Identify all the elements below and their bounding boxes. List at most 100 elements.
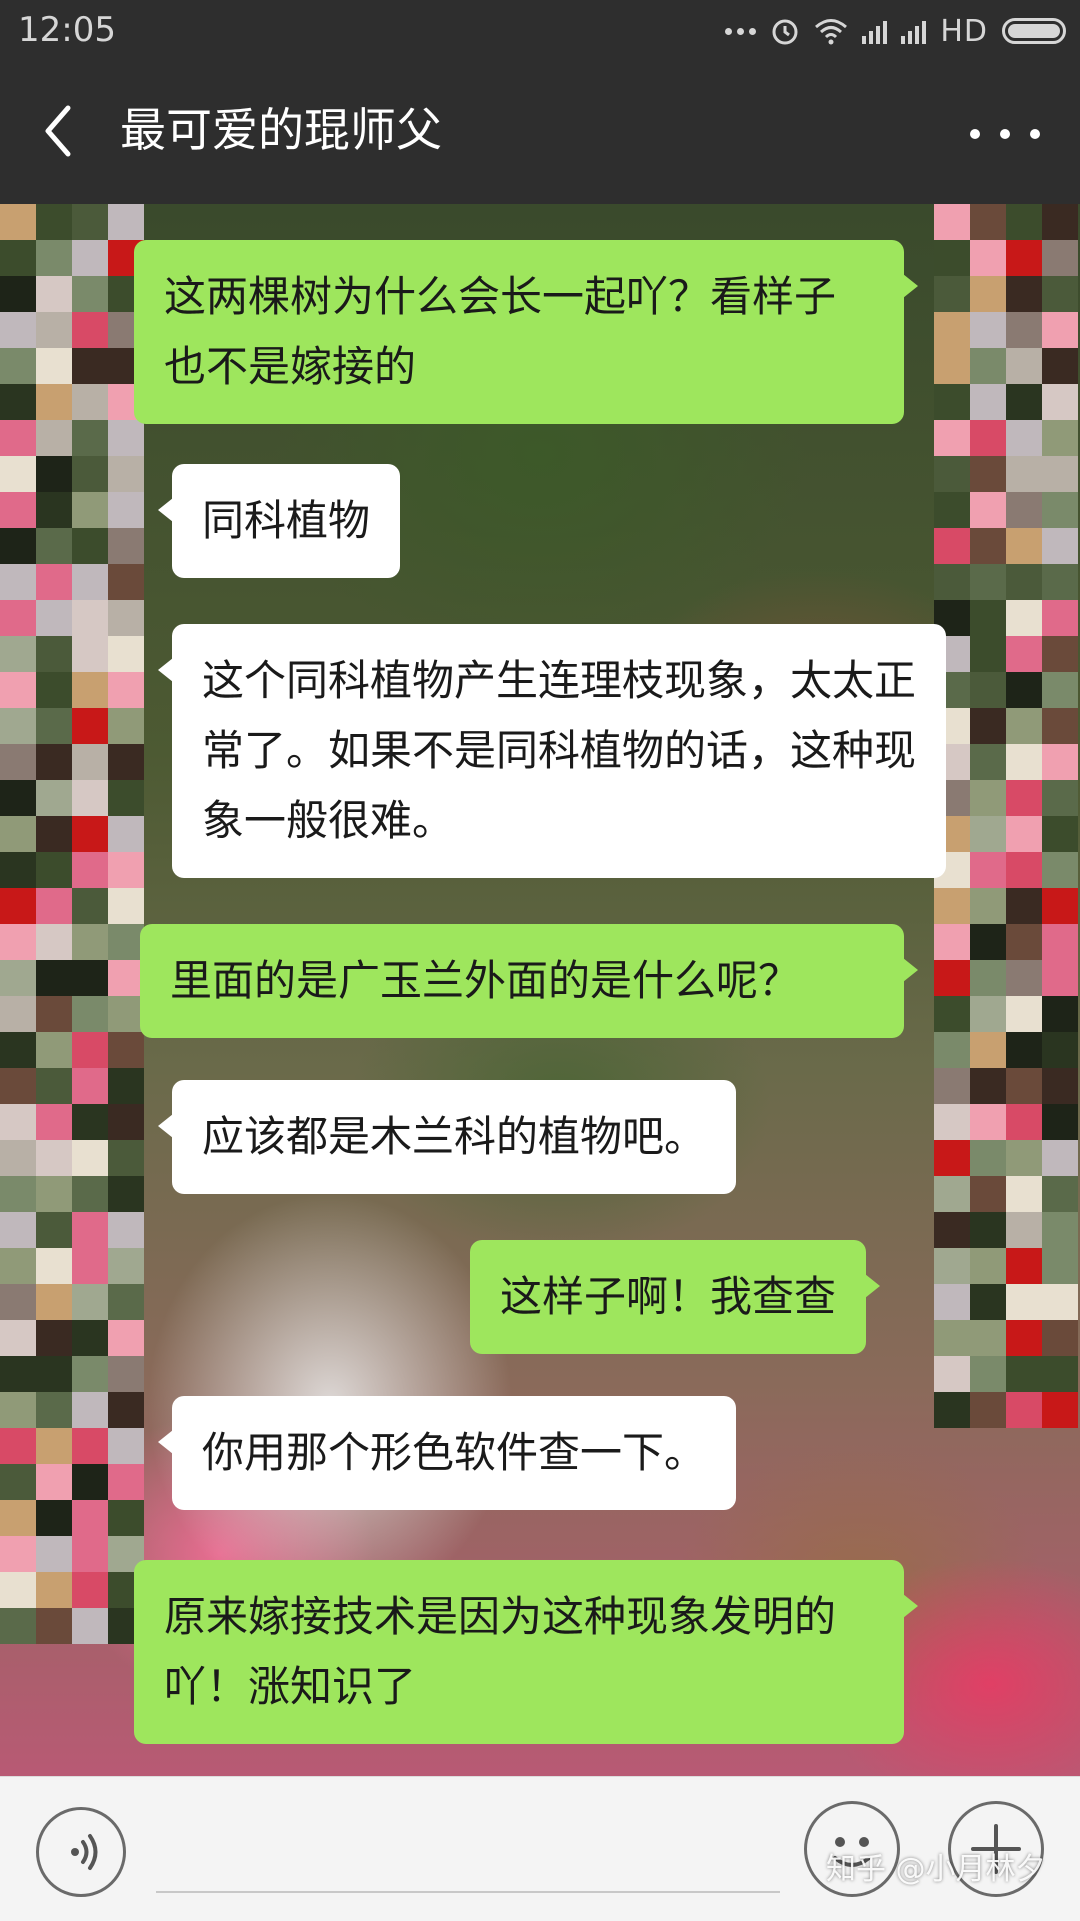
mosaic-cell xyxy=(0,1104,36,1140)
mosaic-cell xyxy=(36,204,72,240)
mosaic-cell xyxy=(36,1536,72,1572)
mosaic-cell xyxy=(72,1428,108,1464)
message-bubble-sent[interactable]: 里面的是广玉兰外面的是什么呢？ xyxy=(140,924,918,1038)
mosaic-cell xyxy=(0,600,36,636)
mosaic-cell xyxy=(934,1284,970,1320)
message-bubble-received[interactable]: 你用那个形色软件查一下。 xyxy=(157,1396,737,1510)
message-bubble-received[interactable]: 这个同科植物产生连理枝现象，太太正常了。如果不是同科植物的话，这种现象一般很难。 xyxy=(158,624,946,878)
mosaic-cell xyxy=(36,456,72,492)
mosaic-cell xyxy=(72,852,108,888)
mosaic-cell xyxy=(934,276,970,312)
status-icons: HD xyxy=(725,10,1066,52)
mosaic-cell xyxy=(108,672,144,708)
mosaic-cell xyxy=(72,1032,108,1068)
message-bubble-sent[interactable]: 这两棵树为什么会长一起吖？看样子也不是嫁接的 xyxy=(134,240,918,424)
mosaic-cell xyxy=(0,636,36,672)
mosaic-cell xyxy=(108,1464,144,1500)
mosaic-cell xyxy=(0,816,36,852)
mosaic-cell xyxy=(36,420,72,456)
mosaic-cell xyxy=(72,492,108,528)
mosaic-cell xyxy=(1042,600,1078,636)
mosaic-cell xyxy=(36,492,72,528)
chat-area[interactable]: 这两棵树为什么会长一起吖？看样子也不是嫁接的 同科植物 这个同科植物产生连理枝现… xyxy=(0,204,1080,1776)
message-input[interactable] xyxy=(156,1891,780,1893)
mosaic-cell xyxy=(934,1356,970,1392)
mosaic-cell xyxy=(1006,960,1042,996)
mosaic-cell xyxy=(1006,1176,1042,1212)
mosaic-cell xyxy=(970,1140,1006,1176)
alarm-icon xyxy=(772,19,798,45)
mosaic-cell xyxy=(36,960,72,996)
mosaic-cell xyxy=(72,1392,108,1428)
mosaic-cell xyxy=(72,1320,108,1356)
mosaic-cell xyxy=(108,1284,144,1320)
mosaic-cell xyxy=(934,960,970,996)
mosaic-cell xyxy=(934,1176,970,1212)
mosaic-cell xyxy=(970,312,1006,348)
status-time: 12:05 xyxy=(18,10,116,50)
mosaic-cell xyxy=(0,1356,36,1392)
mosaic-cell xyxy=(36,636,72,672)
mosaic-cell xyxy=(934,888,970,924)
mosaic-cell xyxy=(108,1032,144,1068)
mosaic-cell xyxy=(72,960,108,996)
mosaic-cell xyxy=(970,492,1006,528)
mosaic-cell xyxy=(36,1608,72,1644)
mosaic-cell xyxy=(108,960,144,996)
mosaic-cell xyxy=(72,276,108,312)
mosaic-cell xyxy=(36,852,72,888)
mosaic-cell xyxy=(72,708,108,744)
message-bubble-sent[interactable]: 这样子啊！我查查 xyxy=(470,1240,881,1354)
status-bar: 12:05 HD xyxy=(0,0,1080,62)
chat-title: 最可爱的琨师父 xyxy=(120,103,442,157)
chevron-left-icon[interactable] xyxy=(30,96,90,166)
message-bubble-received[interactable]: 同科植物 xyxy=(157,464,401,578)
mosaic-cell xyxy=(72,312,108,348)
message-bubble-sent[interactable]: 原来嫁接技术是因为这种现象发明的吖！涨知识了 xyxy=(134,1560,918,1744)
more-notifications-icon xyxy=(725,27,757,35)
mosaic-cell xyxy=(72,1464,108,1500)
mosaic-cell xyxy=(72,996,108,1032)
mosaic-cell xyxy=(108,1500,144,1536)
mosaic-cell xyxy=(934,528,970,564)
mosaic-cell xyxy=(934,1104,970,1140)
mosaic-cell xyxy=(108,564,144,600)
mosaic-cell xyxy=(970,420,1006,456)
mosaic-cell xyxy=(934,1032,970,1068)
mosaic-cell xyxy=(0,852,36,888)
mosaic-cell xyxy=(0,204,36,240)
mosaic-cell xyxy=(1042,276,1078,312)
mosaic-cell xyxy=(1042,1068,1078,1104)
mosaic-cell xyxy=(1006,528,1042,564)
mosaic-cell xyxy=(1006,1212,1042,1248)
mosaic-cell xyxy=(108,1104,144,1140)
mosaic-cell xyxy=(108,1140,144,1176)
mosaic-cell xyxy=(72,204,108,240)
mosaic-cell xyxy=(970,888,1006,924)
mosaic-cell xyxy=(1042,708,1078,744)
more-dots-icon[interactable] xyxy=(970,114,1040,154)
mosaic-cell xyxy=(36,240,72,276)
mosaic-cell xyxy=(36,1212,72,1248)
mosaic-cell xyxy=(0,456,36,492)
mosaic-cell xyxy=(72,636,108,672)
mosaic-cell xyxy=(1006,240,1042,276)
mosaic-cell xyxy=(72,816,108,852)
mosaic-cell xyxy=(108,1068,144,1104)
mosaic-cell xyxy=(108,456,144,492)
mosaic-cell xyxy=(36,312,72,348)
voice-icon[interactable] xyxy=(36,1807,126,1897)
mosaic-cell xyxy=(0,1032,36,1068)
mosaic-cell xyxy=(1006,312,1042,348)
watermark: 知乎 @小月林夕 xyxy=(826,1852,1046,1887)
mosaic-cell xyxy=(1006,384,1042,420)
mosaic-cell xyxy=(108,1392,144,1428)
mosaic-cell xyxy=(1042,348,1078,384)
mosaic-cell xyxy=(0,960,36,996)
mosaic-cell xyxy=(36,1176,72,1212)
mosaic-cell xyxy=(970,204,1006,240)
mosaic-cell xyxy=(108,492,144,528)
message-bubble-received[interactable]: 应该都是木兰科的植物吧。 xyxy=(157,1080,737,1194)
mosaic-cell xyxy=(36,528,72,564)
mosaic-cell xyxy=(1006,780,1042,816)
